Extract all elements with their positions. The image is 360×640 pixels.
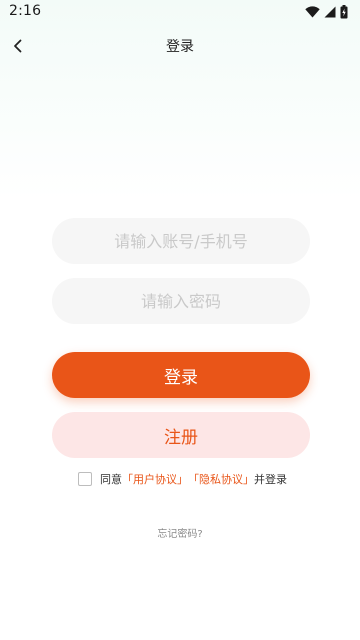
wifi-icon: [305, 6, 320, 18]
agreement-row: 同意 「用户协议」 「隐私协议」 并登录: [78, 470, 287, 488]
agreement-prefix: 同意: [100, 473, 122, 486]
password-input[interactable]: [52, 278, 310, 324]
account-input[interactable]: [52, 218, 310, 264]
login-button[interactable]: 登录: [52, 352, 310, 398]
agreement-checkbox[interactable]: [78, 472, 92, 486]
status-icons: [305, 4, 348, 20]
user-agreement-link[interactable]: 「用户协议」: [122, 471, 188, 487]
status-bar: 2:16: [0, 0, 360, 24]
agreement-suffix: 并登录: [254, 473, 287, 486]
app-bar: 登录: [0, 24, 360, 68]
status-time: 2:16: [9, 3, 42, 19]
register-button[interactable]: 注册: [52, 412, 310, 458]
register-button-label: 注册: [164, 427, 198, 448]
page-title: 登录: [166, 39, 194, 55]
privacy-policy-link[interactable]: 「隐私协议」: [188, 471, 254, 487]
battery-icon: [340, 5, 348, 19]
cell-signal-icon: [324, 6, 336, 18]
login-button-label: 登录: [164, 367, 198, 388]
forgot-password-link[interactable]: 忘记密码?: [0, 525, 360, 540]
